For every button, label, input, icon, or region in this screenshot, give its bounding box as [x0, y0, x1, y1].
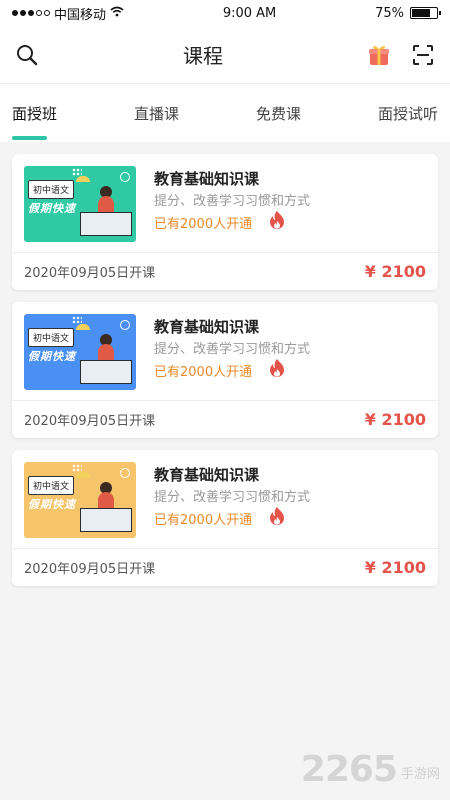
carrier-label: 中国移动: [54, 7, 107, 23]
course-title: 教育基础知识课: [154, 170, 260, 188]
course-thumbnail: 初中语文 假期快速: [24, 314, 136, 390]
thumbnail-slogan: 假期快速: [28, 498, 76, 511]
watermark: 2265 手游网: [301, 749, 440, 790]
status-left: 中国移动: [12, 4, 124, 23]
course-thumbnail: 初中语文 假期快速: [24, 462, 136, 538]
status-right: 75%: [375, 5, 441, 21]
fire-icon: [268, 210, 286, 234]
course-start-date: 2020年09月05日开课: [24, 562, 156, 577]
battery-percent: 75%: [375, 5, 404, 21]
course-list: 初中语文 假期快速 教育基础知识课 提分、改善学习习惯和方式 已有2000人开通…: [0, 142, 450, 586]
course-info: 教育基础知识课 提分、改善学习习惯和方式 已有2000人开通: [154, 314, 310, 388]
wifi-icon: [110, 6, 124, 21]
thumbnail-tag: 初中语文: [28, 476, 75, 495]
status-time: 9:00 AM: [222, 5, 277, 21]
thumbnail-slogan: 假期快速: [28, 350, 76, 363]
course-card-body: 初中语文 假期快速 教育基础知识课 提分、改善学习习惯和方式 已有2000人开通: [12, 154, 438, 252]
course-title: 教育基础知识课: [154, 318, 260, 336]
tab-face-to-face[interactable]: 面授班: [12, 97, 57, 140]
watermark-number: 2265: [300, 749, 398, 790]
signal-icon: [12, 10, 50, 16]
course-card[interactable]: 初中语文 假期快速 教育基础知识课 提分、改善学习习惯和方式 已有2000人开通…: [12, 302, 438, 438]
course-card[interactable]: 初中语文 假期快速 教育基础知识课 提分、改善学习习惯和方式 已有2000人开通…: [12, 154, 438, 290]
status-bar: 中国移动 9:00 AM 75%: [0, 0, 450, 26]
course-start-date: 2020年09月05日开课: [24, 414, 156, 429]
course-card-footer: 2020年09月05日开课 ¥ 2100: [12, 548, 438, 586]
course-info: 教育基础知识课 提分、改善学习习惯和方式 已有2000人开通: [154, 166, 310, 240]
enrolled-count: 已有2000人开通: [154, 512, 253, 528]
thumbnail-tag: 初中语文: [28, 328, 75, 347]
course-thumbnail: 初中语文 假期快速: [24, 166, 136, 242]
page-title: 课程: [183, 44, 223, 68]
course-price: ¥ 2100: [364, 558, 426, 577]
course-price: ¥ 2100: [364, 262, 426, 281]
enrolled-count: 已有2000人开通: [154, 364, 253, 380]
search-icon[interactable]: [14, 42, 40, 68]
nav-bar: 课程: [0, 26, 450, 84]
tab-live[interactable]: 直播课: [134, 97, 179, 130]
enrolled-row: 已有2000人开通: [154, 506, 310, 530]
gift-icon[interactable]: [366, 42, 392, 68]
watermark-text: 手游网: [400, 767, 440, 782]
thumbnail-slogan: 假期快速: [28, 202, 76, 215]
enrolled-row: 已有2000人开通: [154, 210, 310, 234]
course-card-body: 初中语文 假期快速 教育基础知识课 提分、改善学习习惯和方式 已有2000人开通: [12, 450, 438, 548]
fire-icon: [268, 358, 286, 382]
course-subtitle: 提分、改善学习习惯和方式: [154, 490, 311, 505]
course-tabs: 面授班 直播课 免费课 面授试听: [0, 84, 450, 142]
course-card-footer: 2020年09月05日开课 ¥ 2100: [12, 400, 438, 438]
tab-free[interactable]: 免费课: [256, 97, 301, 130]
course-info: 教育基础知识课 提分、改善学习习惯和方式 已有2000人开通: [154, 462, 310, 536]
course-price: ¥ 2100: [364, 410, 426, 429]
course-subtitle: 提分、改善学习习惯和方式: [154, 342, 311, 357]
course-start-date: 2020年09月05日开课: [24, 266, 156, 281]
scan-icon[interactable]: [410, 42, 436, 68]
course-subtitle: 提分、改善学习习惯和方式: [154, 194, 311, 209]
course-card[interactable]: 初中语文 假期快速 教育基础知识课 提分、改善学习习惯和方式 已有2000人开通…: [12, 450, 438, 586]
fire-icon: [268, 506, 286, 530]
course-card-body: 初中语文 假期快速 教育基础知识课 提分、改善学习习惯和方式 已有2000人开通: [12, 302, 438, 400]
course-card-footer: 2020年09月05日开课 ¥ 2100: [12, 252, 438, 290]
nav-actions: [366, 42, 436, 68]
enrolled-count: 已有2000人开通: [154, 216, 253, 232]
thumbnail-tag: 初中语文: [28, 180, 75, 199]
enrolled-row: 已有2000人开通: [154, 358, 310, 382]
battery-icon: [409, 7, 441, 19]
tab-trial[interactable]: 面授试听: [378, 97, 438, 130]
course-title: 教育基础知识课: [154, 466, 260, 484]
